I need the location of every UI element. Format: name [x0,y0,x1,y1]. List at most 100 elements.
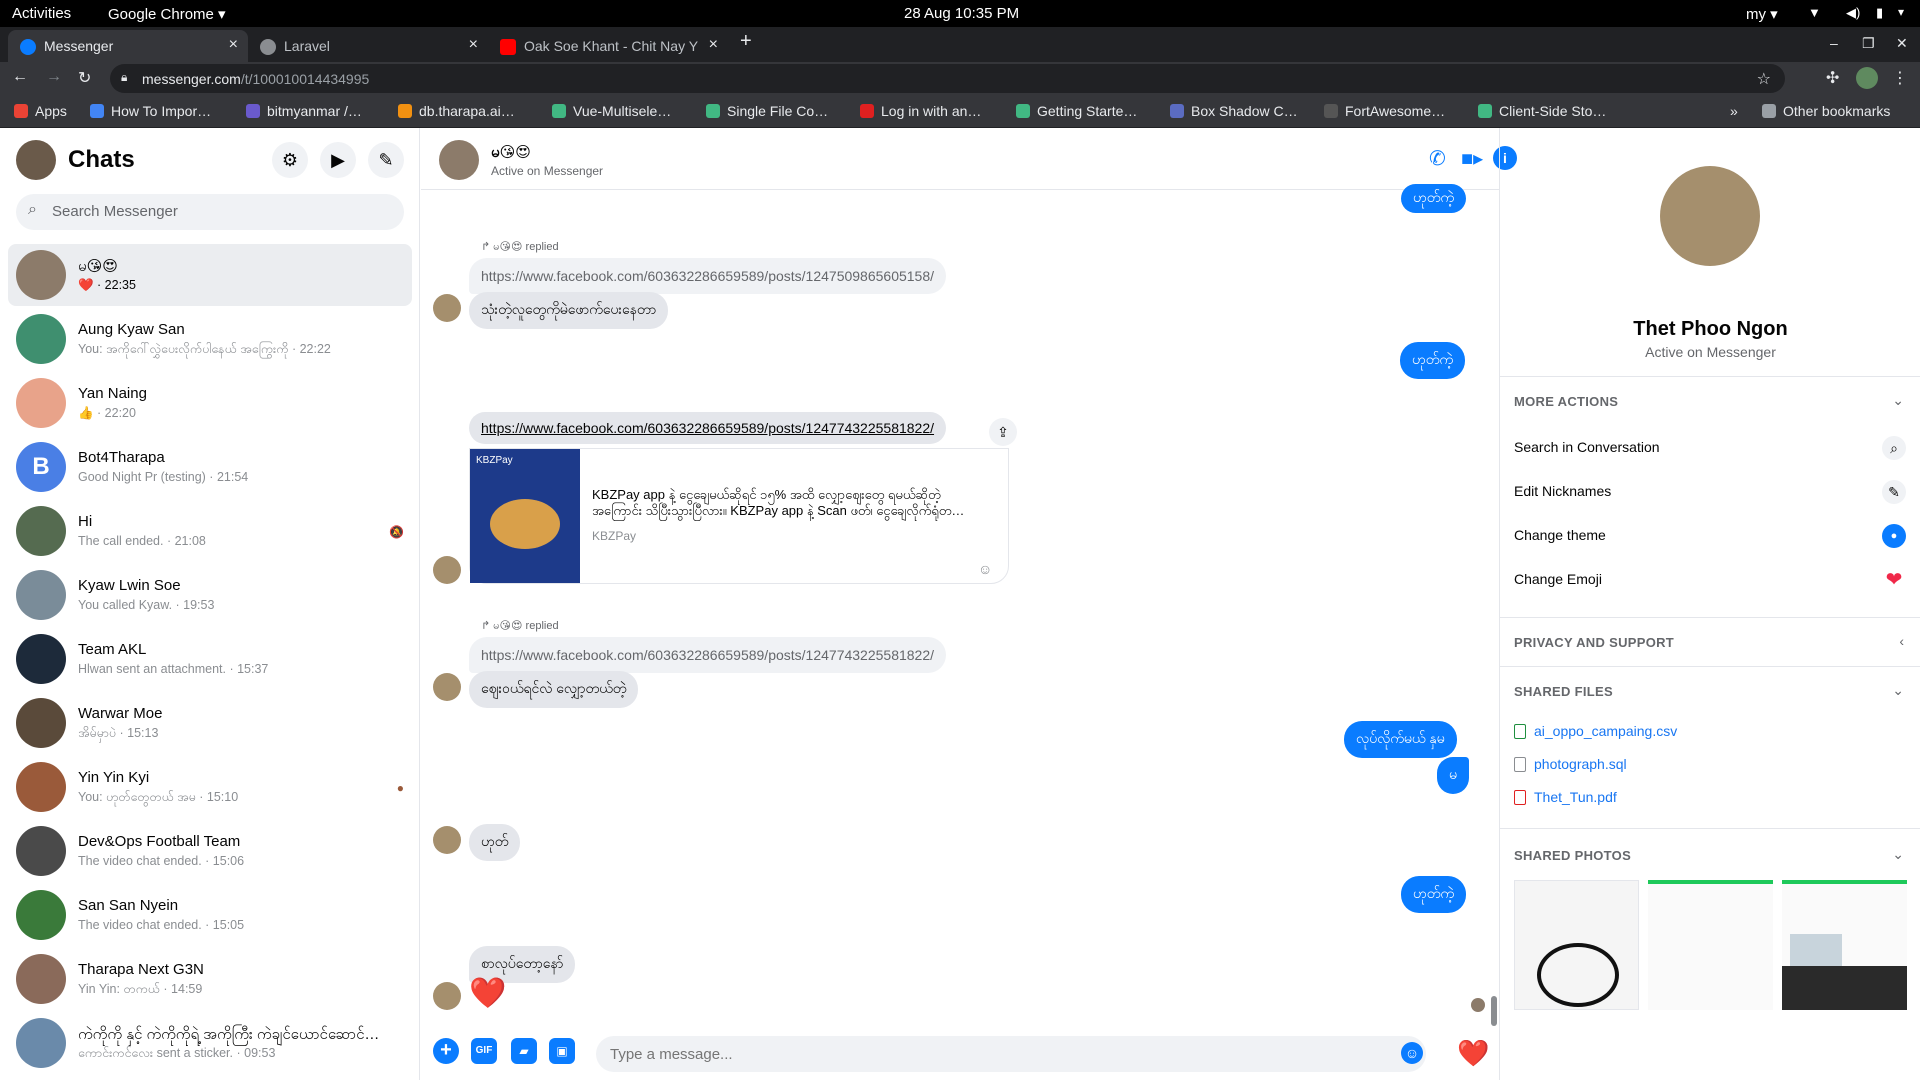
bookmark-star-icon[interactable]: ☆ [1757,69,1771,89]
chevron-down-icon[interactable]: ⌄ [1892,392,1904,409]
chat-item[interactable]: B Bot4Tharapa Good Night Pr (testing) · 21… [8,436,412,498]
new-tab-icon[interactable]: + [740,30,752,53]
quoted-message[interactable]: https://www.facebook.com/603632286659589… [469,637,947,673]
video-call-icon[interactable]: ■▸ [1461,146,1483,171]
send-heart-icon[interactable]: ❤️ [1457,1038,1489,1069]
forward-icon[interactable]: → [46,68,62,86]
close-tab-icon[interactable]: × [709,36,718,54]
shared-file-link[interactable]: photograph.sql [1514,756,1627,772]
contact-name[interactable]: မ😘😍 [491,143,531,165]
bookmark-item[interactable]: FortAwesome… [1324,103,1445,119]
more-actions-header[interactable]: MORE ACTIONS [1514,394,1618,409]
chevron-down-icon[interactable]: ⌄ [1892,682,1904,699]
link-message[interactable]: https://www.facebook.com/603632286659589… [469,412,947,444]
share-icon[interactable]: ⇪ [989,418,1017,446]
search-in-conversation-button[interactable]: Search in Conversation [1514,439,1660,455]
settings-gear-icon[interactable]: ⚙ [272,142,308,178]
outgoing-message[interactable]: မ [1437,757,1469,794]
search-icon[interactable]: ⌕ [1882,436,1906,460]
chat-item[interactable]: Warwar Moe အိမ်မှာပဲ · 15:13 [8,692,412,754]
incoming-message[interactable]: ဈေးဝယ်ရင်လဲ လျှော့တယ်တဲ့ [469,671,639,708]
contact-avatar[interactable] [439,140,479,180]
theme-color-icon[interactable]: ● [1882,524,1906,548]
edit-nicknames-button[interactable]: Edit Nicknames [1514,483,1611,499]
shared-photo[interactable] [1782,880,1907,1010]
chat-item[interactable]: မ😘😍 ❤️ · 22:35 [8,244,412,306]
more-actions-plus-icon[interactable]: + [433,1038,459,1064]
add-reaction-icon[interactable]: ☺ [978,561,992,577]
outgoing-message[interactable]: ဟုတ်ကဲ့ [1400,342,1466,379]
shared-file-link[interactable]: ai_oppo_campaing.csv [1514,723,1677,739]
chat-item[interactable]: Dev&Ops Football Team The video chat ende… [8,820,412,882]
minimize-icon[interactable]: – [1830,35,1838,51]
back-icon[interactable]: ← [12,68,28,86]
shared-photo[interactable] [1514,880,1639,1010]
address-bar[interactable]: 🔒︎ messenger.com/t/100010014434995 ☆ [110,64,1785,93]
emoji-picker-icon[interactable]: ☺ [1401,1042,1423,1064]
close-tab-icon[interactable]: × [229,36,238,54]
chat-item[interactable]: Aung Kyaw San You: အကိုဂေါ်လွှဲပေးလိုက်ပါ… [8,308,412,370]
tab-youtube[interactable]: Oak Soe Khant - Chit Nay Y × [488,30,728,62]
bookmark-item[interactable]: Log in with an… [860,103,981,119]
privacy-support-header[interactable]: PRIVACY AND SUPPORT [1514,635,1674,650]
bookmark-item[interactable]: Vue-Multisele… [552,103,671,119]
close-tab-icon[interactable]: × [469,36,478,54]
gif-icon[interactable]: GIF [471,1038,497,1064]
power-menu-icon[interactable]: ▾ [1898,5,1904,19]
new-message-icon[interactable]: ✎ [368,142,404,178]
scrollbar-thumb[interactable] [1491,996,1497,1026]
chat-item[interactable]: San San Nyein The video chat ended. · 15:… [8,884,412,946]
change-emoji-button[interactable]: Change Emoji [1514,571,1602,587]
bookmark-item[interactable]: Single File Co… [706,103,828,119]
search-messenger-input[interactable]: ⌕ Search Messenger [16,194,404,230]
shared-file-link[interactable]: Thet_Tun.pdf [1514,789,1617,805]
shared-photos-header[interactable]: SHARED PHOTOS [1514,848,1631,863]
my-avatar[interactable] [16,140,56,180]
clock[interactable]: 28 Aug 10:35 PM [904,5,1019,22]
change-theme-button[interactable]: Change theme [1514,527,1606,543]
battery-icon[interactable]: ▮ [1876,5,1883,21]
sticker-icon[interactable]: ▰ [511,1038,537,1064]
volume-icon[interactable]: ◀) [1846,5,1860,21]
activities-button[interactable]: Activities [12,5,71,22]
heart-reaction[interactable]: ❤️ [469,976,506,1011]
bookmark-item[interactable]: Box Shadow C… [1170,103,1298,119]
chat-item[interactable]: Yin Yin Kyi You: ဟုတ်တွေတယ် အမ · 15:10 ● [8,756,412,818]
app-menu[interactable]: Google Chrome ▾ [108,5,226,23]
profile-avatar[interactable] [1856,67,1878,89]
chevron-left-icon[interactable]: ‹ [1899,633,1904,649]
incoming-message[interactable]: သုံးတဲ့လူတွေကိုမဲဖောက်ပေးနေတာ [469,292,669,329]
shared-files-header[interactable]: SHARED FILES [1514,684,1613,699]
heart-icon[interactable]: ❤ [1882,568,1906,592]
reload-icon[interactable]: ↻ [78,68,91,88]
pencil-icon[interactable]: ✎ [1882,480,1906,504]
new-room-video-icon[interactable]: ▶ [320,142,356,178]
chat-item[interactable]: Team AKL Hlwan sent an attachment. · 15:3… [8,628,412,690]
chat-item[interactable]: Yan Naing 👍 · 22:20 [8,372,412,434]
language-menu[interactable]: my ▾ [1746,5,1778,23]
other-bookmarks-folder[interactable]: Other bookmarks [1762,103,1890,119]
bookmark-item[interactable]: Getting Starte… [1016,103,1137,119]
outgoing-message[interactable]: လုပ်လိုက်မယ် နှမ [1344,721,1457,758]
close-window-icon[interactable]: ✕ [1896,35,1908,52]
chat-item[interactable]: Hi The call ended. · 21:08 🔕 [8,500,412,562]
more-bookmarks-button[interactable]: » [1730,103,1738,119]
outgoing-message[interactable]: ဟုတ်ကဲ့ [1401,876,1467,913]
restore-icon[interactable]: ❐ [1862,35,1875,52]
link-preview-card[interactable]: KBZPay KBZPay app နဲ့ ငွေချေမယ်ဆိုရင် ၁၅… [469,448,1009,584]
profile-photo[interactable] [1660,166,1760,266]
extensions-icon[interactable]: ✣ [1826,68,1839,88]
shared-photo[interactable] [1648,880,1773,1010]
message-input[interactable] [596,1036,1426,1072]
chat-item[interactable]: Kyaw Lwin Soe You called Kyaw. · 19:53 [8,564,412,626]
tab-messenger[interactable]: Messenger × [8,30,248,62]
incoming-message[interactable]: ဟုတ် [469,824,521,861]
chat-item[interactable]: Tharapa Next G3N Yin Yin: တကယ် · 14:59 [8,948,412,1010]
audio-call-icon[interactable]: ✆ [1429,146,1446,171]
outgoing-message[interactable]: ဟုတ်ကဲ့ [1401,184,1467,213]
quoted-message[interactable]: https://www.facebook.com/603632286659589… [469,258,947,294]
bookmark-item[interactable]: Client-Side Sto… [1478,103,1606,119]
chevron-down-icon[interactable]: ⌄ [1892,846,1904,863]
tab-laravel[interactable]: Laravel × [248,30,488,62]
bookmark-apps[interactable]: Apps [14,103,67,119]
